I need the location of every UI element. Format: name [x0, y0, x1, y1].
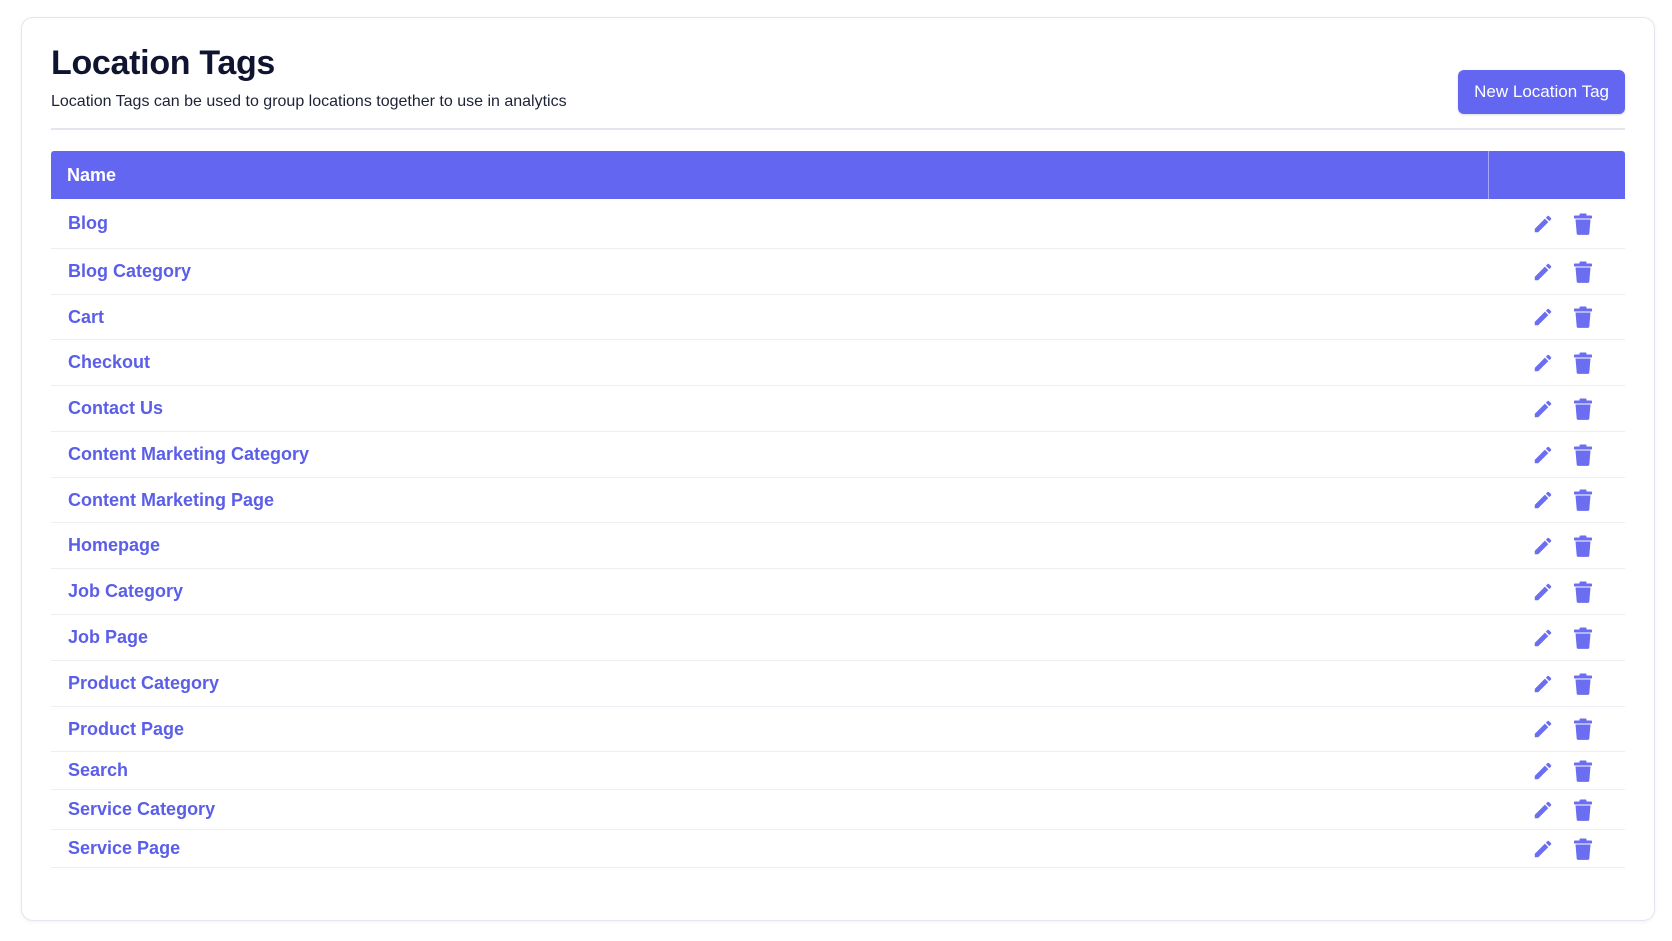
pencil-icon[interactable]: [1531, 305, 1555, 329]
trash-icon[interactable]: [1571, 672, 1595, 696]
location-tag-name-link[interactable]: Content Marketing Category: [51, 444, 1489, 465]
table-row: Blog: [51, 199, 1625, 249]
table-row: Homepage: [51, 523, 1625, 569]
pencil-icon[interactable]: [1531, 443, 1555, 467]
pencil-icon[interactable]: [1531, 351, 1555, 375]
row-actions: [1489, 798, 1625, 822]
location-tag-name-link[interactable]: Content Marketing Page: [51, 490, 1489, 511]
table-row: Cart: [51, 295, 1625, 340]
table-row: Job Category: [51, 569, 1625, 615]
location-tag-name-link[interactable]: Product Category: [51, 673, 1489, 694]
row-actions: [1489, 672, 1625, 696]
table-row: Job Page: [51, 615, 1625, 661]
location-tag-name-link[interactable]: Homepage: [51, 535, 1489, 556]
trash-icon[interactable]: [1571, 717, 1595, 741]
pencil-icon[interactable]: [1531, 397, 1555, 421]
row-actions: [1489, 397, 1625, 421]
row-actions: [1489, 717, 1625, 741]
table-row: Product Category: [51, 661, 1625, 707]
location-tags-card: Location Tags Location Tags can be used …: [21, 17, 1655, 921]
location-tag-name-link[interactable]: Contact Us: [51, 398, 1489, 419]
table-row: Service Page: [51, 830, 1625, 868]
table-header: Name: [51, 151, 1625, 199]
table-row: Content Marketing Page: [51, 478, 1625, 523]
page-header: Location Tags Location Tags can be used …: [51, 44, 1625, 140]
location-tag-name-link[interactable]: Service Page: [51, 838, 1489, 859]
pencil-icon[interactable]: [1531, 534, 1555, 558]
row-actions: [1489, 212, 1625, 236]
trash-icon[interactable]: [1571, 798, 1595, 822]
table-row: Content Marketing Category: [51, 432, 1625, 478]
pencil-icon[interactable]: [1531, 260, 1555, 284]
page-subtitle: Location Tags can be used to group locat…: [51, 93, 567, 110]
table-row: Blog Category: [51, 249, 1625, 295]
trash-icon[interactable]: [1571, 626, 1595, 650]
row-actions: [1489, 837, 1625, 861]
pencil-icon[interactable]: [1531, 672, 1555, 696]
trash-icon[interactable]: [1571, 443, 1595, 467]
trash-icon[interactable]: [1571, 534, 1595, 558]
trash-icon[interactable]: [1571, 580, 1595, 604]
pencil-icon[interactable]: [1531, 717, 1555, 741]
pencil-icon[interactable]: [1531, 759, 1555, 783]
page-title: Location Tags: [51, 44, 276, 82]
column-header-actions: [1489, 151, 1625, 199]
column-header-name: Name: [51, 151, 1489, 199]
trash-icon[interactable]: [1571, 488, 1595, 512]
header-divider: [51, 128, 1625, 130]
row-actions: [1489, 305, 1625, 329]
location-tag-name-link[interactable]: Product Page: [51, 719, 1489, 740]
table-row: Service Category: [51, 790, 1625, 830]
table-row: Checkout: [51, 340, 1625, 386]
location-tag-name-link[interactable]: Job Page: [51, 627, 1489, 648]
pencil-icon[interactable]: [1531, 626, 1555, 650]
row-actions: [1489, 260, 1625, 284]
location-tag-name-link[interactable]: Search: [51, 760, 1489, 781]
location-tags-table: Name Blog Blog Category Cart Checkout Contac…: [51, 151, 1625, 868]
pencil-icon[interactable]: [1531, 212, 1555, 236]
trash-icon[interactable]: [1571, 397, 1595, 421]
new-location-tag-button[interactable]: New Location Tag: [1458, 70, 1625, 114]
location-tag-name-link[interactable]: Cart: [51, 307, 1489, 328]
table-row: Contact Us: [51, 386, 1625, 432]
trash-icon[interactable]: [1571, 837, 1595, 861]
row-actions: [1489, 351, 1625, 375]
row-actions: [1489, 443, 1625, 467]
location-tag-name-link[interactable]: Service Category: [51, 799, 1489, 820]
trash-icon[interactable]: [1571, 305, 1595, 329]
location-tag-name-link[interactable]: Blog: [51, 213, 1489, 234]
row-actions: [1489, 759, 1625, 783]
row-actions: [1489, 534, 1625, 558]
pencil-icon[interactable]: [1531, 837, 1555, 861]
row-actions: [1489, 626, 1625, 650]
table-body: Blog Blog Category Cart Checkout Contact Us C…: [51, 199, 1625, 868]
pencil-icon[interactable]: [1531, 580, 1555, 604]
trash-icon[interactable]: [1571, 759, 1595, 783]
trash-icon[interactable]: [1571, 260, 1595, 284]
location-tag-name-link[interactable]: Checkout: [51, 352, 1489, 373]
trash-icon[interactable]: [1571, 212, 1595, 236]
row-actions: [1489, 488, 1625, 512]
table-row: Product Page: [51, 707, 1625, 752]
location-tag-name-link[interactable]: Blog Category: [51, 261, 1489, 282]
table-row: Search: [51, 752, 1625, 790]
pencil-icon[interactable]: [1531, 798, 1555, 822]
trash-icon[interactable]: [1571, 351, 1595, 375]
row-actions: [1489, 580, 1625, 604]
pencil-icon[interactable]: [1531, 488, 1555, 512]
location-tag-name-link[interactable]: Job Category: [51, 581, 1489, 602]
